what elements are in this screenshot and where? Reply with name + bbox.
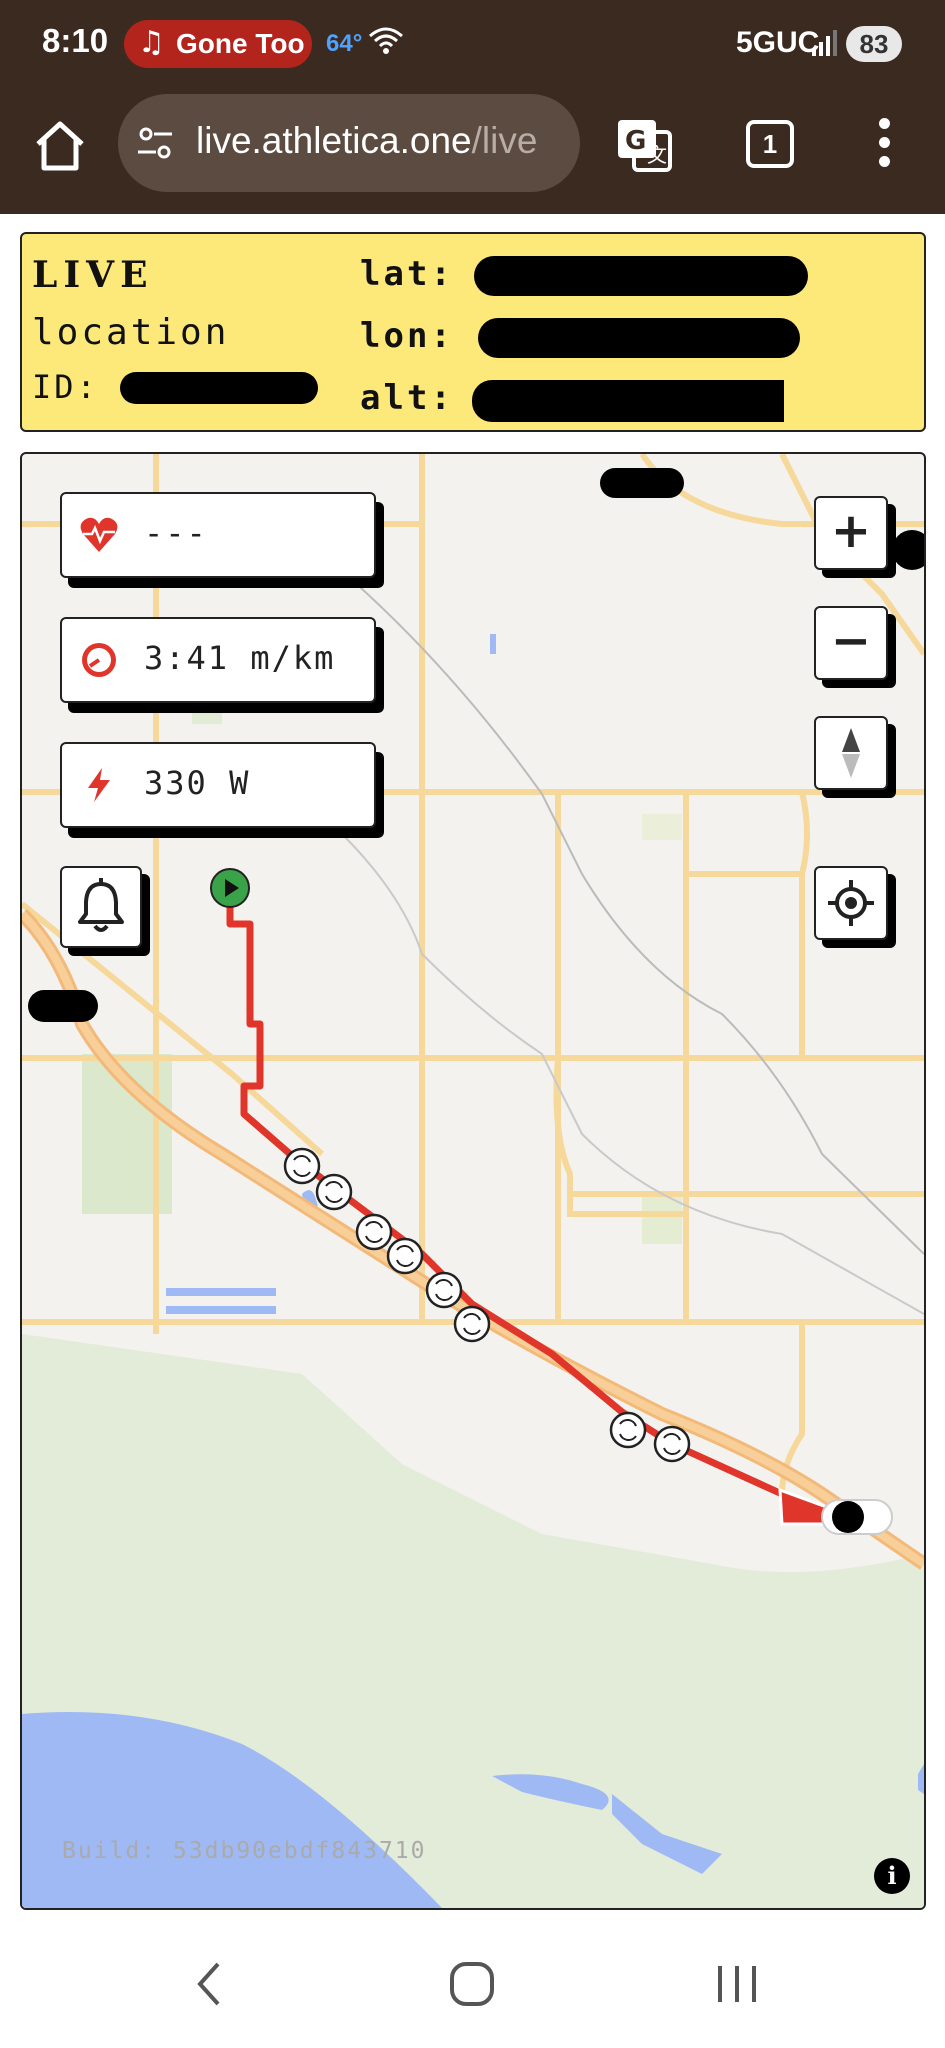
pace-value: 3:41 m/km [144, 639, 336, 677]
url-text: live.athletica.one/live [196, 120, 538, 161]
position-redaction [832, 1501, 864, 1533]
info-icon[interactable]: i [874, 1858, 910, 1894]
power-value: 330 W [144, 764, 251, 802]
media-title: Gone Too [176, 28, 305, 59]
address-bar[interactable]: live.athletica.one/live [118, 94, 580, 192]
minus-icon: − [830, 613, 872, 669]
signal-icon [812, 30, 837, 56]
map-view[interactable]: --- 3:41 m/km 330 W + − Build: 53db90ebd… [20, 452, 926, 1910]
tab-switcher-button[interactable]: 1 [746, 120, 794, 168]
heart-rate-card: --- [60, 492, 376, 578]
park [642, 814, 682, 840]
id-label: ID: [32, 368, 99, 406]
site-settings-icon[interactable] [136, 124, 176, 164]
lat-label: lat: [360, 254, 454, 294]
zoom-in-button[interactable]: + [814, 496, 888, 570]
back-icon[interactable] [190, 1956, 230, 2012]
wifi-icon [369, 27, 403, 54]
live-title: LIVE [32, 254, 154, 296]
system-nav-bar [0, 1920, 945, 2048]
water-pond [490, 634, 496, 654]
lightning-icon [88, 768, 110, 802]
lon-label: lon: [360, 316, 454, 356]
map-redaction [600, 468, 684, 498]
media-chip[interactable]: ♫ Gone Too [124, 20, 312, 68]
power-card: 330 W [60, 742, 376, 828]
pace-card: 3:41 m/km [60, 617, 376, 703]
compass-icon [842, 728, 860, 778]
bell-icon [78, 878, 124, 932]
temperature: 64° [326, 30, 363, 57]
notifications-button[interactable] [60, 866, 142, 948]
speedometer-icon [82, 643, 116, 677]
water-canal [166, 1306, 276, 1314]
alt-label: alt: [360, 378, 454, 418]
lat-redaction [474, 256, 808, 296]
svg-text:文: 文 [647, 143, 667, 167]
network-type: 5GUC [736, 26, 820, 59]
browser-toolbar: live.athletica.one/live G 文 1 [0, 90, 945, 214]
water-canal [166, 1288, 276, 1296]
heart-icon [80, 517, 118, 552]
zoom-out-button[interactable]: − [814, 606, 888, 680]
map-redaction [892, 530, 924, 570]
crosshair-icon [828, 880, 874, 926]
alt-redaction [472, 380, 784, 422]
home-nav-icon[interactable] [448, 1956, 496, 2012]
battery-level: 83 [846, 26, 902, 62]
translate-icon[interactable]: G 文 [614, 114, 674, 174]
status-bar: 8:10 ♫ Gone Too 64° 5GUC 83 [0, 0, 945, 90]
location-label: location [32, 312, 230, 353]
compass-button[interactable] [814, 716, 888, 790]
home-icon[interactable] [30, 116, 90, 176]
heart-rate-value: --- [144, 514, 208, 552]
live-info-panel: LIVE location ID: lat: lon: alt: [20, 232, 926, 432]
id-redaction [120, 372, 318, 404]
music-note-icon: ♫ [138, 25, 165, 60]
build-label: Build: 53db90ebdf843710 [62, 1838, 427, 1864]
locate-me-button[interactable] [814, 866, 888, 940]
lon-redaction [478, 318, 800, 358]
clock: 8:10 [42, 22, 109, 59]
recent-apps-icon[interactable] [712, 1956, 762, 2012]
svg-text:G: G [625, 126, 646, 156]
plus-icon: + [830, 503, 872, 559]
more-menu-icon[interactable] [872, 118, 896, 174]
map-redaction [28, 990, 98, 1022]
